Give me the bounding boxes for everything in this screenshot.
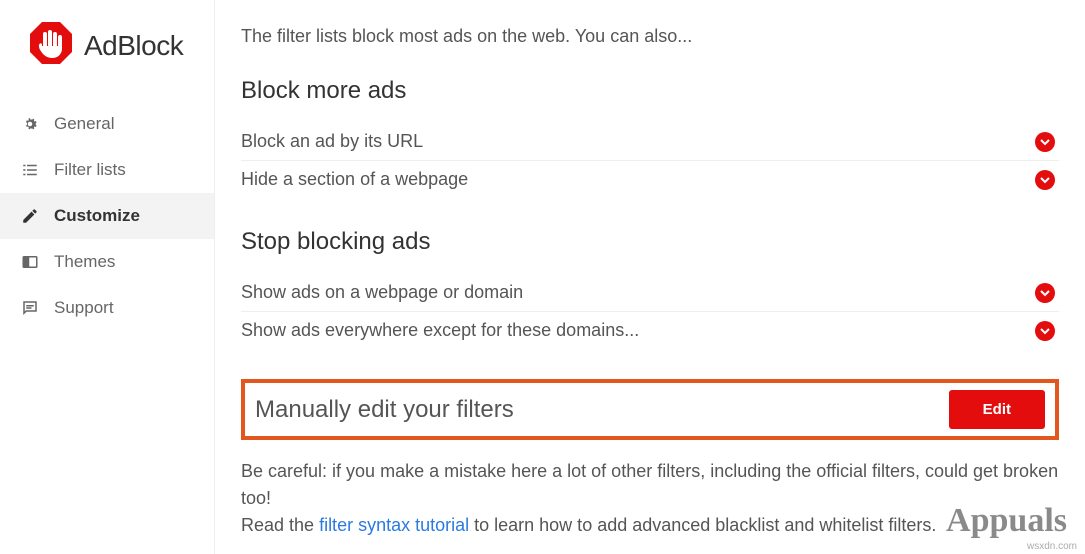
row-label: Show ads everywhere except for these dom…	[241, 320, 639, 341]
chevron-down-icon	[1035, 132, 1055, 152]
sidebar-item-label: Filter lists	[54, 160, 126, 180]
brand-name: AdBlock	[84, 30, 183, 62]
stop-hand-icon	[28, 20, 74, 71]
brand-logo: AdBlock	[0, 20, 214, 101]
row-label: Hide a section of a webpage	[241, 169, 468, 190]
row-show-ads-domain[interactable]: Show ads on a webpage or domain	[241, 274, 1059, 312]
sidebar-item-label: Support	[54, 298, 114, 318]
row-hide-section[interactable]: Hide a section of a webpage	[241, 161, 1059, 198]
section-title-stop-blocking: Stop blocking ads	[241, 228, 1059, 256]
sidebar-item-label: Themes	[54, 252, 115, 272]
row-block-by-url[interactable]: Block an ad by its URL	[241, 123, 1059, 161]
row-label: Block an ad by its URL	[241, 131, 423, 152]
manual-edit-title: Manually edit your filters	[255, 396, 514, 424]
footer-line2-prefix: Read the	[241, 515, 319, 535]
main-content: The filter lists block most ads on the w…	[215, 0, 1085, 554]
sidebar-item-label: General	[54, 114, 114, 134]
sidebar: AdBlock General Filter lists Customize	[0, 0, 215, 554]
edit-button[interactable]: Edit	[949, 390, 1045, 429]
intro-text: The filter lists block most ads on the w…	[241, 26, 1059, 47]
row-label: Show ads on a webpage or domain	[241, 282, 523, 303]
pencil-icon	[20, 206, 40, 226]
footer-line1: Be careful: if you make a mistake here a…	[241, 461, 1058, 508]
stop-blocking-section: Stop blocking ads Show ads on a webpage …	[241, 228, 1059, 349]
footer-warning: Be careful: if you make a mistake here a…	[241, 458, 1059, 539]
block-more-section: Block more ads Block an ad by its URL Hi…	[241, 77, 1059, 198]
gear-icon	[20, 114, 40, 134]
image-icon	[20, 252, 40, 272]
sidebar-nav: General Filter lists Customize Themes	[0, 101, 214, 331]
filter-syntax-link[interactable]: filter syntax tutorial	[319, 515, 469, 535]
footer-line2-suffix: to learn how to add advanced blacklist a…	[469, 515, 936, 535]
sidebar-item-label: Customize	[54, 206, 140, 226]
chevron-down-icon	[1035, 321, 1055, 341]
row-show-ads-except[interactable]: Show ads everywhere except for these dom…	[241, 312, 1059, 349]
chevron-down-icon	[1035, 170, 1055, 190]
sidebar-item-customize[interactable]: Customize	[0, 193, 214, 239]
sidebar-item-filter-lists[interactable]: Filter lists	[0, 147, 214, 193]
chat-icon	[20, 298, 40, 318]
chevron-down-icon	[1035, 283, 1055, 303]
list-icon	[20, 160, 40, 180]
sidebar-item-general[interactable]: General	[0, 101, 214, 147]
manual-edit-highlight: Manually edit your filters Edit	[241, 379, 1059, 440]
sidebar-item-themes[interactable]: Themes	[0, 239, 214, 285]
sidebar-item-support[interactable]: Support	[0, 285, 214, 331]
section-title-block-more: Block more ads	[241, 77, 1059, 105]
